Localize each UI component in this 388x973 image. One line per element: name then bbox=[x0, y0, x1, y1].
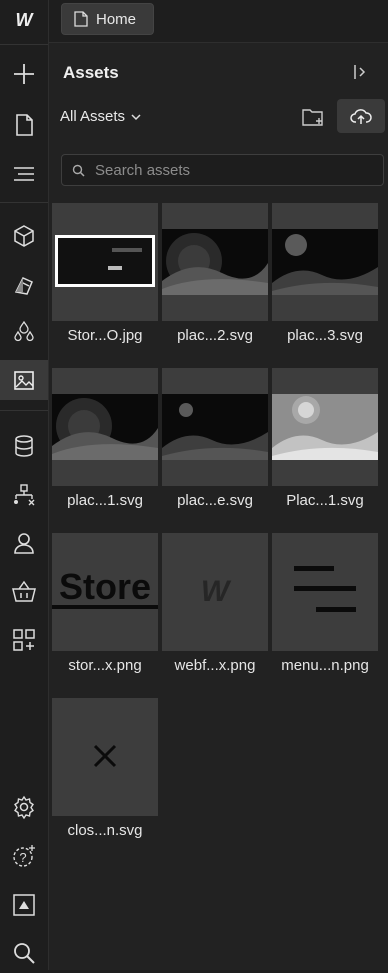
asset-thumbnail bbox=[162, 203, 268, 321]
asset-tile[interactable]: Stor...O.jpg bbox=[52, 203, 158, 363]
asset-thumbnail bbox=[272, 203, 378, 321]
page-icon bbox=[74, 11, 88, 27]
logic-button[interactable] bbox=[0, 475, 48, 515]
webflow-logo[interactable]: W bbox=[0, 0, 48, 40]
asset-filename: Plac...1.svg bbox=[286, 492, 364, 509]
webflow-logo-thumbnail: W bbox=[201, 575, 232, 608]
video-tutorials-icon bbox=[13, 894, 35, 916]
cloud-upload-icon bbox=[350, 109, 372, 124]
placeholder-image-thumbnail bbox=[162, 394, 268, 460]
components-icon bbox=[14, 225, 34, 247]
style-manager-icon bbox=[14, 277, 33, 295]
asset-filename: webf...x.png bbox=[174, 657, 256, 674]
navigator-button[interactable] bbox=[0, 154, 48, 194]
rail-divider bbox=[0, 410, 48, 411]
rail-divider bbox=[0, 202, 48, 203]
store-page-thumbnail bbox=[55, 235, 155, 287]
close-icon-thumbnail bbox=[93, 744, 117, 768]
chevron-down-icon bbox=[131, 113, 141, 120]
logic-icon bbox=[14, 484, 35, 506]
asset-tile[interactable]: W webf...x.png bbox=[162, 533, 268, 693]
home-label: Home bbox=[96, 10, 137, 28]
asset-tile[interactable]: plac...3.svg bbox=[272, 203, 378, 363]
asset-thumbnail bbox=[272, 533, 378, 651]
assets-button[interactable] bbox=[0, 360, 48, 400]
style-manager-button[interactable] bbox=[0, 265, 48, 305]
panel-title: Assets bbox=[63, 63, 119, 82]
placeholder-image-thumbnail bbox=[272, 229, 378, 295]
search-icon bbox=[14, 943, 35, 964]
asset-tile[interactable]: clos...n.svg bbox=[52, 698, 158, 858]
svg-text:W: W bbox=[201, 575, 232, 608]
left-toolbar: W ? bbox=[0, 0, 49, 970]
assets-filter-dropdown[interactable]: All Assets bbox=[60, 108, 141, 125]
asset-thumbnail: W bbox=[162, 533, 268, 651]
search-button[interactable] bbox=[0, 933, 48, 973]
svg-text:Store: Store bbox=[59, 566, 151, 607]
asset-thumbnail bbox=[272, 368, 378, 486]
asset-tile[interactable]: plac...1.svg bbox=[52, 368, 158, 528]
asset-tile[interactable]: menu...n.png bbox=[272, 533, 378, 693]
asset-tile[interactable]: Plac...1.svg bbox=[272, 368, 378, 528]
placeholder-image-thumbnail bbox=[272, 394, 378, 460]
settings-icon bbox=[14, 795, 34, 820]
ecommerce-button[interactable] bbox=[0, 572, 48, 612]
apps-button[interactable] bbox=[0, 620, 48, 660]
pages-icon bbox=[16, 114, 33, 136]
variables-button[interactable] bbox=[0, 312, 48, 352]
add-elements-button[interactable] bbox=[0, 54, 48, 94]
asset-filename: plac...e.svg bbox=[177, 492, 253, 509]
upload-button[interactable] bbox=[337, 99, 385, 133]
rail-divider bbox=[0, 44, 48, 45]
placeholder-image-thumbnail bbox=[162, 229, 268, 295]
asset-tile[interactable]: Store stor...x.png bbox=[52, 533, 158, 693]
cms-icon bbox=[15, 435, 33, 457]
asset-filename: plac...3.svg bbox=[287, 327, 363, 344]
add-icon bbox=[14, 64, 34, 84]
webflow-logo-icon: W bbox=[16, 10, 35, 30]
asset-tile[interactable]: plac...e.svg bbox=[162, 368, 268, 528]
new-folder-icon[interactable] bbox=[301, 106, 325, 128]
store-logo-thumbnail: Store bbox=[52, 566, 158, 609]
search-input[interactable] bbox=[93, 160, 367, 180]
users-icon bbox=[14, 533, 34, 554]
top-bar: Home bbox=[49, 0, 388, 43]
components-button[interactable] bbox=[0, 216, 48, 256]
search-field[interactable] bbox=[61, 154, 384, 186]
asset-filename: stor...x.png bbox=[68, 657, 142, 674]
help-icon: ? bbox=[13, 845, 35, 867]
variables-icon bbox=[14, 320, 34, 342]
home-page-button[interactable]: Home bbox=[61, 3, 154, 35]
svg-text:W: W bbox=[16, 10, 35, 30]
navigator-icon bbox=[14, 167, 34, 181]
cms-button[interactable] bbox=[0, 426, 48, 466]
ecommerce-icon bbox=[12, 580, 36, 602]
assets-icon bbox=[14, 371, 34, 390]
svg-text:?: ? bbox=[19, 850, 26, 865]
asset-thumbnail: Store bbox=[52, 533, 158, 651]
asset-thumbnail bbox=[52, 203, 158, 321]
video-tutorials-button[interactable] bbox=[0, 885, 48, 925]
collapse-panel-icon[interactable] bbox=[350, 63, 370, 81]
settings-button[interactable] bbox=[0, 787, 48, 827]
asset-filename: clos...n.svg bbox=[67, 822, 143, 839]
search-icon bbox=[72, 164, 85, 177]
placeholder-image-thumbnail bbox=[52, 394, 158, 460]
menu-icon-thumbnail bbox=[294, 566, 356, 612]
asset-filename: menu...n.png bbox=[281, 657, 369, 674]
assets-panel: Assets All Assets Stor...O.jpg bbox=[49, 43, 388, 970]
asset-thumbnail bbox=[162, 368, 268, 486]
asset-thumbnail bbox=[52, 698, 158, 816]
apps-icon bbox=[13, 629, 35, 651]
pages-button[interactable] bbox=[0, 105, 48, 145]
asset-tile[interactable]: plac...2.svg bbox=[162, 203, 268, 363]
asset-filename: plac...2.svg bbox=[177, 327, 253, 344]
asset-thumbnail bbox=[52, 368, 158, 486]
users-button[interactable] bbox=[0, 523, 48, 563]
filter-label: All Assets bbox=[60, 108, 126, 125]
help-button[interactable]: ? bbox=[0, 836, 48, 876]
asset-filename: Stor...O.jpg bbox=[67, 327, 143, 344]
asset-filename: plac...1.svg bbox=[67, 492, 143, 509]
